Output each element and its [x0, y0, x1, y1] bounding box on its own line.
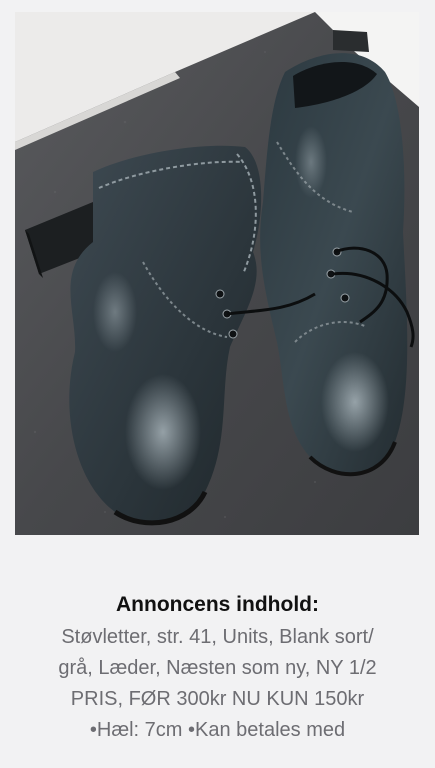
description-line: •Hæl: 7cm •Kan betales med — [89, 719, 346, 741]
listing-screen: Annoncens indhold: Støvletter, str. 41, … — [0, 0, 435, 768]
listing-description: Annoncens indhold: Støvletter, str. 41, … — [0, 588, 435, 746]
listing-photo[interactable] — [15, 12, 419, 535]
ankle-boots-image — [15, 12, 419, 535]
description-line: PRIS, FØR 300kr NU KUN 150kr — [70, 688, 365, 710]
description-text: Støvletter, str. 41, Units, Blank sort/ … — [20, 622, 415, 746]
description-heading: Annoncens indhold: — [116, 593, 319, 616]
description-line: Støvletter, str. 41, Units, Blank sort/ — [61, 626, 374, 648]
description-line: grå, Læder, Næsten som ny, NY 1/2 — [58, 657, 377, 679]
